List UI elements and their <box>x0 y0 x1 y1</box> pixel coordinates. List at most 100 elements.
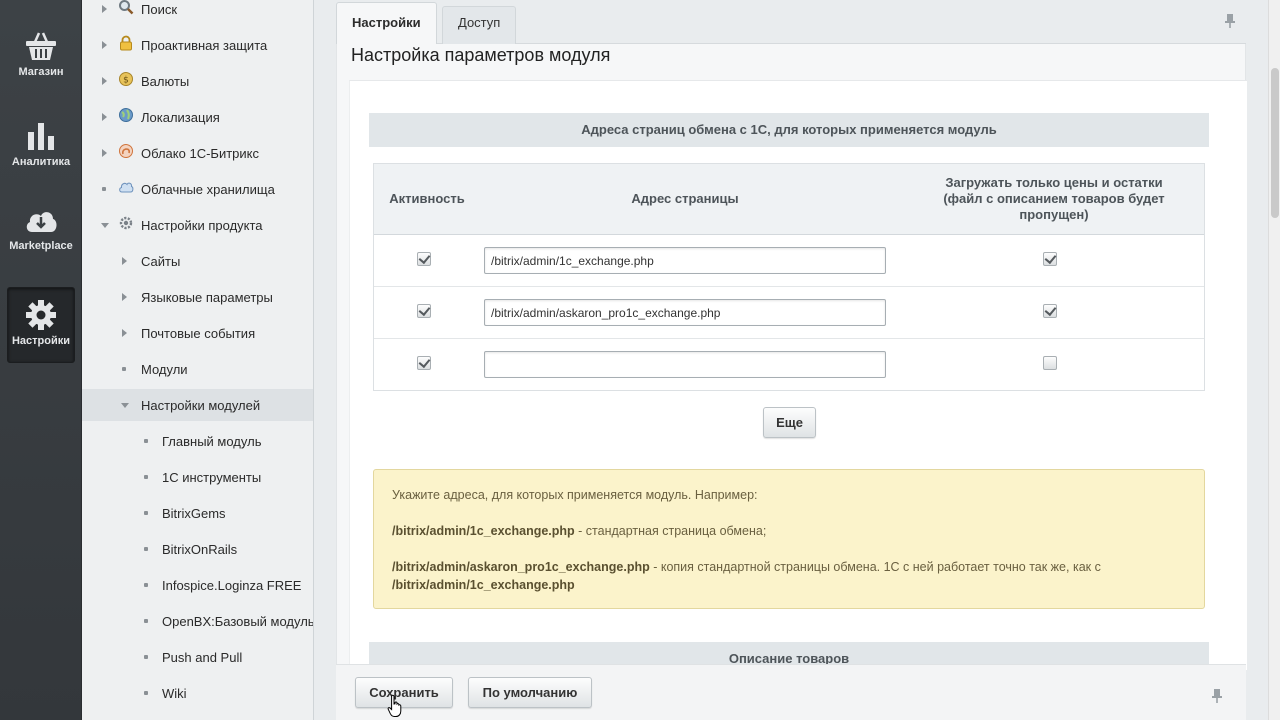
tree-item-product-settings[interactable]: Настройки продукта <box>82 209 313 241</box>
tab-bar: Настройки Доступ <box>336 0 1246 45</box>
hint-example-2: /bitrix/admin/askaron_pro1c_exchange.php… <box>392 558 1182 594</box>
tree-item-label: 1С инструменты <box>162 470 262 485</box>
cloud-download-icon <box>26 212 57 232</box>
tree-item-label: Push and Pull <box>162 650 243 665</box>
page-address-input[interactable] <box>484 299 886 326</box>
tree-item-label: Infospice.Loginza FREE <box>162 578 302 593</box>
tree-item-openbx[interactable]: OpenBX:Базовый модуль <box>82 605 314 637</box>
col-header-prices-only: Загружать только цены и остатки (файл с … <box>914 175 1194 223</box>
tab-settings[interactable]: Настройки <box>336 2 437 45</box>
tree-item-currencies[interactable]: $ Валюты <box>82 65 313 97</box>
hint-example-1: /bitrix/admin/1c_exchange.php - стандарт… <box>392 522 1182 540</box>
scrollbar-thumb[interactable] <box>1271 68 1279 218</box>
tree-item-label: Главный модуль <box>162 434 262 449</box>
col-header-prices-line: Загружать только цены и остатки <box>945 175 1163 190</box>
tree-item-label: Wiki <box>162 686 187 701</box>
hint-example-2-path: /bitrix/admin/askaron_pro1c_exchange.php <box>392 560 650 574</box>
col-header-prices-line: (файл с описанием товаров будет <box>943 191 1165 206</box>
footer-pin-icon[interactable] <box>1211 688 1223 704</box>
gear-icon <box>26 300 56 330</box>
tree-item-label: OpenBX:Базовый модуль <box>162 614 314 629</box>
prices-only-checkbox[interactable] <box>1043 304 1057 318</box>
col-header-address: Адрес страницы <box>631 191 739 206</box>
tree-item-search[interactable]: Поиск <box>82 0 313 25</box>
prices-only-checkbox[interactable] <box>1043 252 1057 266</box>
iconbar-analytics-label: Аналитика <box>11 156 71 168</box>
hint-example-1-text: - стандартная страница обмена; <box>574 524 767 538</box>
tree-item-label: Сайты <box>141 254 181 269</box>
main-icon-bar: Магазин Аналитика Marketplace Настройки <box>0 0 82 720</box>
tree-item-label: Проактивная защита <box>141 38 268 53</box>
tree-item-modules[interactable]: Модули <box>82 353 313 385</box>
svg-text:$: $ <box>123 76 129 86</box>
table-row <box>374 287 1204 339</box>
tree-item-mail-events[interactable]: Почтовые события <box>82 317 313 349</box>
footer-button-bar: Сохранить По умолчанию <box>336 664 1246 720</box>
hint-example-2-text: - копия стандартной страницы обмена. 1С … <box>649 560 1101 574</box>
tree-item-label: Валюты <box>141 74 190 89</box>
table-row <box>374 235 1204 287</box>
main-panel: Настройки Доступ Настройка параметров мо… <box>336 0 1247 720</box>
tree-item-bitrixgems[interactable]: BitrixGems <box>82 497 313 529</box>
basket-icon <box>26 32 56 60</box>
admin-tree-menu: Поиск Проактивная защита $ Валюты Локали… <box>82 0 314 720</box>
iconbar-analytics[interactable]: Аналитика <box>7 118 75 194</box>
tree-item-proactive[interactable]: Проактивная защита <box>82 29 313 61</box>
tree-item-label: Облачные хранилища <box>141 182 275 197</box>
activity-checkbox[interactable] <box>417 356 431 370</box>
iconbar-shop[interactable]: Магазин <box>7 30 75 106</box>
tree-item-label: Почтовые события <box>141 326 256 341</box>
tree-item-bitrixonrails[interactable]: BitrixOnRails <box>82 533 313 565</box>
tab-access[interactable]: Доступ <box>442 6 517 44</box>
tree-item-label: Поиск <box>141 2 178 17</box>
tree-item-label: BitrixOnRails <box>162 542 238 557</box>
tree-item-cloud-storage[interactable]: Облачные хранилища <box>82 173 313 205</box>
tree-item-label: Модули <box>141 362 188 377</box>
tree-item-localization[interactable]: Локализация <box>82 101 313 133</box>
activity-checkbox[interactable] <box>417 304 431 318</box>
tree-item-sites[interactable]: Сайты <box>82 245 313 277</box>
tree-item-infospice[interactable]: Infospice.Loginza FREE <box>82 569 313 601</box>
col-header-prices-line: пропущен) <box>1019 207 1089 222</box>
tree-item-1c-tools[interactable]: 1С инструменты <box>82 461 313 493</box>
exchange-pages-table: Активность Адрес страницы Загружать толь… <box>373 163 1205 391</box>
iconbar-shop-label: Магазин <box>18 66 64 78</box>
bar-chart-icon <box>28 123 54 150</box>
tree-item-push-and-pull[interactable]: Push and Pull <box>82 641 313 673</box>
table-header: Активность Адрес страницы Загружать толь… <box>374 164 1204 235</box>
tree-item-label: Настройки модулей <box>141 398 261 413</box>
hint-example-2-tail: /bitrix/admin/1c_exchange.php <box>392 578 575 592</box>
prices-only-checkbox[interactable] <box>1043 356 1057 370</box>
tree-item-label: Облако 1С-Битрикс <box>141 146 259 161</box>
iconbar-settings-label: Настройки <box>11 335 71 347</box>
magnifier-icon <box>119 0 134 15</box>
tree-item-label: Настройки продукта <box>141 218 263 233</box>
more-button[interactable]: Еще <box>763 407 816 438</box>
lock-icon <box>120 35 132 51</box>
coins-icon: $ <box>119 72 133 86</box>
iconbar-settings[interactable]: Настройки <box>7 287 75 363</box>
tree-item-label: Языковые параметры <box>141 290 273 305</box>
settings-icon <box>119 216 133 230</box>
page-address-input[interactable] <box>484 351 886 378</box>
tree-item-main-module[interactable]: Главный модуль <box>82 425 313 457</box>
pin-icon[interactable] <box>1224 13 1236 29</box>
save-button[interactable]: Сохранить <box>355 677 453 708</box>
page-scrollbar[interactable] <box>1268 0 1280 720</box>
col-header-activity: Активность <box>389 191 465 206</box>
tree-item-language-params[interactable]: Языковые параметры <box>82 281 313 313</box>
tree-item-label: BitrixGems <box>162 506 226 521</box>
hand-cursor-icon <box>387 694 402 717</box>
tree-item-wiki[interactable]: Wiki <box>82 677 313 709</box>
cloud-storage-icon <box>119 182 134 193</box>
page-address-input[interactable] <box>484 247 886 274</box>
settings-card: Настройка параметров модуля Адреса стран… <box>336 44 1247 676</box>
activity-checkbox[interactable] <box>417 252 431 266</box>
hint-box: Укажите адреса, для которых применяется … <box>373 469 1205 609</box>
tree-item-label: Локализация <box>141 110 220 125</box>
iconbar-marketplace-label: Marketplace <box>9 240 73 252</box>
tree-item-module-settings[interactable]: Настройки модулей <box>82 389 313 421</box>
iconbar-marketplace[interactable]: Marketplace <box>7 206 75 282</box>
tree-item-bitrix-cloud[interactable]: Облако 1С-Битрикс <box>82 137 313 169</box>
default-button[interactable]: По умолчанию <box>468 677 592 708</box>
